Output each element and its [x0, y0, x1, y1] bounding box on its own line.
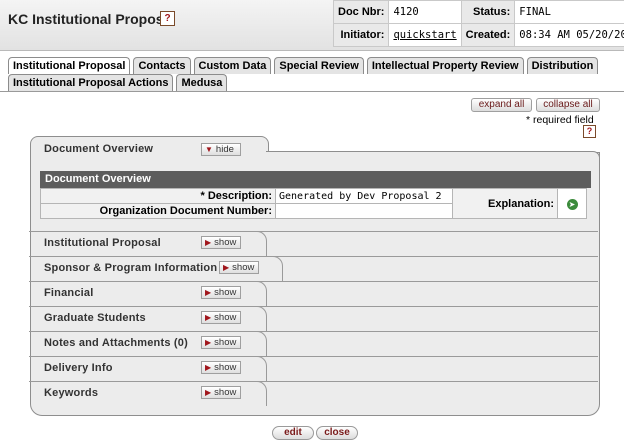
page-title: KC Institutional Proposal — [8, 11, 176, 27]
show-toggle-notes-attachments[interactable]: ▶ show — [201, 336, 241, 349]
triangle-right-icon: ▶ — [205, 338, 212, 347]
show-toggle-delivery-info[interactable]: ▶ show — [201, 361, 241, 374]
description-label: * Description: — [40, 188, 276, 204]
triangle-down-icon: ▼ — [205, 145, 213, 154]
section-title-institutional-proposal: Institutional Proposal — [44, 237, 161, 249]
show-toggle-sponsor-program[interactable]: ▶ show — [219, 261, 259, 274]
section-title-keywords: Keywords — [44, 387, 99, 399]
triangle-right-icon: ▶ — [205, 313, 212, 322]
document-header: KC Institutional Proposal ? Doc Nbr: 412… — [0, 0, 624, 51]
tab-intellectual-property-review[interactable]: Intellectual Property Review — [366, 57, 524, 74]
explanation-label: Explanation: — [452, 188, 558, 219]
org-doc-number-field[interactable] — [275, 203, 453, 219]
document-overview-table: * Description: Generated by Dev Proposal… — [40, 188, 587, 219]
initiator-value: quickstart — [388, 23, 462, 47]
show-toggle-keywords[interactable]: ▶ show — [201, 386, 241, 399]
section-title-notes-attachments: Notes and Attachments (0) — [44, 337, 188, 349]
tab-distribution[interactable]: Distribution — [526, 57, 599, 74]
section-delivery-info — [29, 356, 598, 382]
section-title-graduate-students: Graduate Students — [44, 312, 146, 324]
tab-bar: Institutional Proposal Contacts Custom Dat… — [8, 57, 624, 91]
explanation-cell: ➤ — [557, 188, 587, 219]
triangle-right-icon: ▶ — [205, 238, 212, 247]
triangle-right-icon: ▶ — [223, 263, 230, 272]
tab-institutional-proposal[interactable]: Institutional Proposal — [8, 57, 131, 74]
close-button[interactable]: close — [316, 426, 358, 440]
tab-special-review[interactable]: Special Review — [274, 57, 364, 74]
org-doc-number-label: Organization Document Number: — [40, 203, 276, 219]
status-label: Status: — [460, 0, 516, 24]
triangle-right-icon: ▶ — [205, 363, 212, 372]
show-toggle-graduate-students[interactable]: ▶ show — [201, 311, 241, 324]
initiator-label: Initiator: — [332, 23, 390, 47]
section-title-document-overview: Document Overview — [44, 143, 154, 155]
document-overview-header: Document Overview — [40, 171, 591, 188]
triangle-right-icon: ▶ — [205, 388, 212, 397]
edit-button[interactable]: edit — [272, 426, 314, 440]
doc-nbr-label: Doc Nbr: — [332, 0, 390, 24]
expand-text-icon[interactable]: ➤ — [566, 198, 578, 210]
expand-all-button[interactable]: expand all — [471, 98, 532, 112]
tab-medusa[interactable]: Medusa — [176, 74, 228, 91]
hide-toggle-document-overview[interactable]: ▼ hide — [201, 143, 241, 156]
help-icon[interactable]: ? — [160, 11, 175, 26]
overview-tab-extension — [266, 151, 600, 158]
show-toggle-institutional-proposal[interactable]: ▶ show — [201, 236, 241, 249]
document-meta-table: Doc Nbr: 4120 Status: FINAL Initiator: q… — [332, 0, 624, 47]
section-title-sponsor-program: Sponsor & Program Information — [44, 262, 218, 274]
description-field[interactable]: Generated by Dev Proposal 2 — [275, 188, 453, 204]
status-value: FINAL — [514, 0, 624, 24]
doc-nbr-value: 4120 — [388, 0, 462, 24]
created-value: 08:34 AM 05/20/201 — [514, 23, 624, 47]
section-title-financial: Financial — [44, 287, 94, 299]
section-title-delivery-info: Delivery Info — [44, 362, 113, 374]
section-financial — [29, 281, 598, 307]
show-toggle-financial[interactable]: ▶ show — [201, 286, 241, 299]
triangle-right-icon: ▶ — [205, 288, 212, 297]
collapse-all-button[interactable]: collapse all — [536, 98, 600, 112]
section-keywords — [29, 381, 598, 407]
tab-divider — [0, 91, 624, 92]
initiator-link[interactable]: quickstart — [393, 29, 456, 41]
tab-institutional-proposal-actions[interactable]: Institutional Proposal Actions — [8, 74, 174, 91]
tab-custom-data[interactable]: Custom Data — [193, 57, 272, 74]
tab-contacts[interactable]: Contacts — [133, 57, 191, 74]
created-label: Created: — [460, 23, 516, 47]
help-icon[interactable]: ? — [583, 125, 596, 138]
